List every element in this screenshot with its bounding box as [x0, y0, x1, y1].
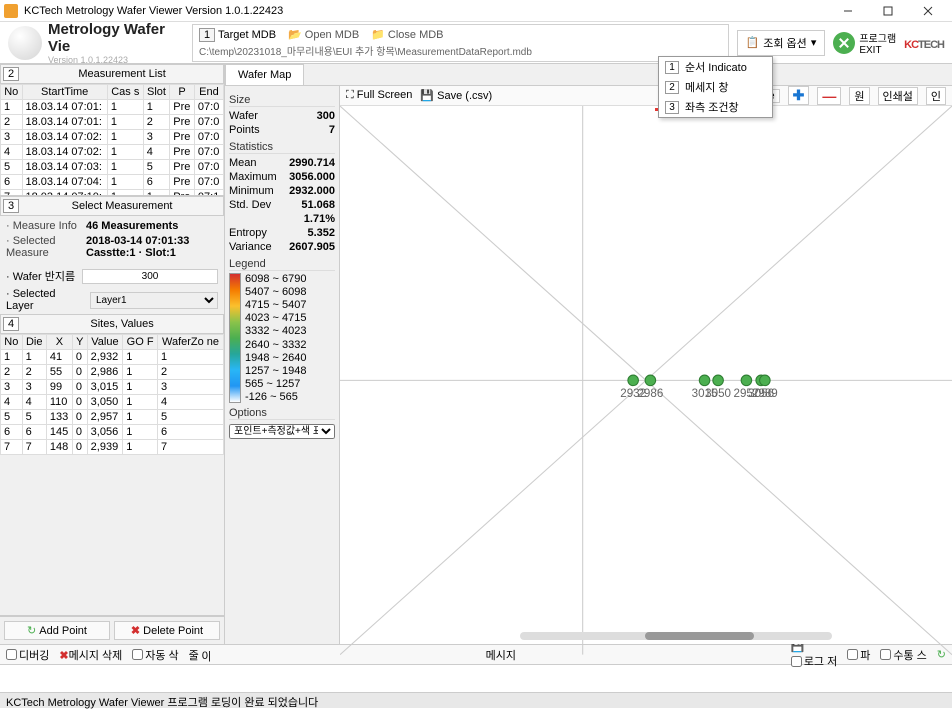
wafer-size-label: Wafer: [229, 110, 258, 122]
add-icon: ↻: [27, 624, 36, 637]
close-button[interactable]: [908, 1, 948, 21]
menu-item-condition[interactable]: 3좌측 조건창: [659, 97, 772, 117]
app-title: Metrology Wafer Vie: [48, 21, 188, 55]
table-row[interactable]: 4411003,05014: [1, 395, 224, 410]
panel-num-3: 3: [3, 199, 19, 213]
selected-measure-label: · Selected Measure: [6, 235, 86, 259]
print-button[interactable]: 인쇄설: [878, 87, 918, 105]
mdb-path: C:\temp\20231018_마무리내용\EUI 추가 항목\Measure…: [199, 43, 532, 58]
minimize-button[interactable]: [828, 1, 868, 21]
panel-num-2: 2: [3, 67, 19, 81]
app-icon: [4, 4, 18, 18]
pct-value: 1.71%: [304, 213, 335, 225]
open-mdb-button[interactable]: 📂Open MDB: [288, 28, 359, 41]
measurement-list-table[interactable]: NoStartTimeCas sSlotPEnd 118.03.14 07:01…: [0, 84, 224, 196]
measurement-list-title: Measurement List: [23, 68, 221, 80]
close-mdb-button[interactable]: 📁Close MDB: [371, 28, 443, 41]
variance-value: 2607.905: [289, 241, 335, 253]
svg-text:2989: 2989: [752, 387, 778, 400]
maximize-button[interactable]: [868, 1, 908, 21]
std-value: 51.068: [301, 199, 335, 211]
selected-layer-label: · Selected Layer: [6, 288, 86, 312]
status-text: KCTech Metrology Wafer Viewer 프로그램 로딩이 완…: [6, 694, 946, 707]
svg-text:2986: 2986: [637, 387, 663, 400]
exit-icon: [833, 32, 855, 54]
window-titlebar: KCTech Metrology Wafer Viewer Version 1.…: [0, 0, 952, 22]
target-mdb-label: Target MDB: [218, 29, 276, 41]
in-button[interactable]: 인: [926, 87, 946, 105]
app-version: Version 1.0.1.22423: [48, 55, 188, 65]
table-row[interactable]: 7714802,93917: [1, 440, 224, 455]
line-count: 줄 0|: [189, 647, 211, 663]
list-icon: 📋: [746, 36, 760, 49]
zoom-in-button[interactable]: ✚: [788, 86, 810, 105]
query-options-menu: 1순서 Indicato 2메세지 창 3좌측 조건창: [658, 56, 773, 118]
wafer-logo-icon: [8, 26, 42, 60]
table-row[interactable]: 618.03.14 07:04:16Pre07:0: [1, 175, 224, 190]
sites-values-table[interactable]: NoDieXYValueGO FWaferZo ne 114102,932112…: [0, 334, 224, 455]
chart-scrollbar[interactable]: [520, 632, 832, 640]
menu-item-indicator[interactable]: 1순서 Indicato: [659, 57, 772, 77]
circle-button[interactable]: 원: [849, 87, 869, 105]
points-value: 7: [329, 124, 335, 136]
chevron-down-icon: ▾: [811, 36, 817, 49]
table-row[interactable]: 225502,98612: [1, 365, 224, 380]
table-row[interactable]: 114102,93211: [1, 350, 224, 365]
kctech-logo: KCTECH: [904, 32, 944, 53]
size-group: Size: [229, 94, 335, 107]
stats-group: Statistics: [229, 141, 335, 154]
table-row[interactable]: 118.03.14 07:01:11Pre07:0: [1, 100, 224, 115]
folder-open-icon: 📂: [288, 28, 302, 41]
measurement-list-header: 2 Measurement List: [0, 64, 224, 84]
wafer-radius-input[interactable]: [82, 269, 218, 284]
table-row[interactable]: 5513302,95715: [1, 410, 224, 425]
wafer-radius-label: · Wafer 반지름: [6, 268, 78, 284]
svg-text:3050: 3050: [705, 387, 731, 400]
zoom-out-button[interactable]: —: [817, 87, 841, 105]
folder-close-icon: 📁: [371, 28, 385, 41]
delete-icon: ✖: [131, 624, 140, 637]
points-label: Points: [229, 124, 260, 136]
menu-item-message[interactable]: 2메세지 창: [659, 77, 772, 97]
measure-info-value: 46 Measurements: [86, 220, 218, 232]
window-title: KCTech Metrology Wafer Viewer Version 1.…: [24, 5, 828, 17]
tab-wafer-map[interactable]: Wafer Map: [225, 64, 304, 85]
entropy-value: 5.352: [307, 227, 335, 239]
sites-values-header: 4 Sites, Values: [0, 314, 224, 334]
options-group: Options: [229, 407, 335, 420]
save-csv-button[interactable]: 💾 Save (.csv): [420, 89, 492, 102]
min-value: 2932.000: [289, 185, 335, 197]
delete-point-button[interactable]: ✖Delete Point: [114, 621, 220, 640]
debug-checkbox[interactable]: [6, 649, 17, 660]
exit-button[interactable]: 프로그램 EXIT: [833, 30, 896, 56]
table-row[interactable]: 339903,01513: [1, 380, 224, 395]
max-value: 3056.000: [289, 171, 335, 183]
table-row[interactable]: 318.03.14 07:02:13Pre07:0: [1, 130, 224, 145]
target-badge: 1: [199, 28, 215, 42]
auto-delete-checkbox[interactable]: [132, 649, 143, 660]
fullscreen-button[interactable]: ⛶ Full Screen: [346, 89, 412, 102]
legend-gradient: [229, 273, 241, 403]
table-row[interactable]: 218.03.14 07:01:12Pre07:0: [1, 115, 224, 130]
query-options-dropdown[interactable]: 📋 조회 옵션 ▾: [737, 30, 826, 56]
panel-num-4: 4: [3, 317, 19, 331]
wafer-svg: 2932298630153050295730562989: [340, 106, 952, 655]
measure-info-label: · Measure Info: [6, 220, 86, 232]
mean-value: 2990.714: [289, 157, 335, 169]
wafer-map-chart[interactable]: ⛶ Full Screen 💾 Save (.csv) Wafer Captur…: [340, 86, 952, 644]
status-bar: KCTech Metrology Wafer Viewer 프로그램 로딩이 완…: [0, 692, 952, 708]
delete-message-button[interactable]: ✖메시지 삭제: [59, 647, 122, 663]
layer-select[interactable]: Layer1: [90, 292, 218, 309]
table-row[interactable]: 6614503,05616: [1, 425, 224, 440]
wafer-size-value: 300: [317, 110, 335, 122]
legend-labels: 6098 ~ 67905407 ~ 60984715 ~ 54074023 ~ …: [245, 273, 306, 403]
selected-measure-value: 2018-03-14 07:01:33Casstte:1 · Slot:1: [86, 235, 218, 259]
display-options-select[interactable]: 포인트+측정값+색 표시: [229, 424, 335, 439]
table-row[interactable]: 418.03.14 07:02:14Pre07:0: [1, 145, 224, 160]
legend-group: Legend: [229, 258, 335, 271]
add-point-button[interactable]: ↻Add Point: [4, 621, 110, 640]
app-header: Metrology Wafer Vie Version 1.0.1.22423 …: [0, 22, 952, 64]
select-measurement-header: 3 Select Measurement: [0, 196, 224, 216]
table-row[interactable]: 518.03.14 07:03:15Pre07:0: [1, 160, 224, 175]
